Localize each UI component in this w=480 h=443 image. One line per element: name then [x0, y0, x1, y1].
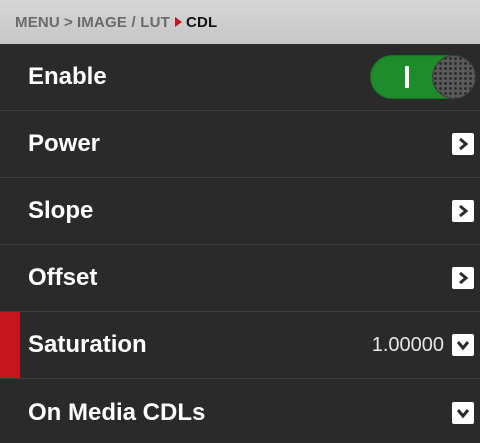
- menu-item-on-media-cdls[interactable]: On Media CDLs: [0, 379, 480, 443]
- chevron-right-icon[interactable]: [452, 200, 474, 222]
- breadcrumb-image-lut[interactable]: IMAGE / LUT: [77, 14, 170, 31]
- menu-item-power[interactable]: Power: [0, 111, 480, 178]
- saturation-value: 1.00000: [371, 333, 444, 356]
- cdl-menu-screen: MENU > IMAGE / LUT CDL Enable Power Slop…: [0, 0, 480, 443]
- menu-item-label: Power: [28, 130, 101, 157]
- toggle-knob[interactable]: [433, 56, 475, 98]
- breadcrumb-current: CDL: [185, 13, 218, 31]
- chevron-right-icon[interactable]: [452, 267, 474, 289]
- menu-item-offset[interactable]: Offset: [0, 245, 480, 312]
- menu-item-saturation[interactable]: Saturation 1.00000: [0, 312, 480, 379]
- breadcrumb: MENU > IMAGE / LUT CDL: [0, 0, 480, 44]
- breadcrumb-separator: >: [63, 13, 73, 31]
- breadcrumb-menu[interactable]: MENU: [15, 14, 60, 31]
- enable-toggle[interactable]: [370, 55, 476, 99]
- menu-item-label: Slope: [28, 197, 94, 224]
- menu-item-label: Offset: [28, 264, 98, 291]
- menu-item-enable[interactable]: Enable: [0, 44, 480, 111]
- chevron-down-icon[interactable]: [452, 334, 474, 356]
- menu-item-label: Enable: [28, 63, 107, 90]
- menu-list: Enable Power Slope Offset Saturation 1.0…: [0, 44, 480, 443]
- menu-item-slope[interactable]: Slope: [0, 178, 480, 245]
- menu-item-label: On Media CDLs: [28, 398, 206, 426]
- breadcrumb-arrow-icon: [174, 17, 182, 27]
- toggle-on-icon: [405, 66, 409, 88]
- chevron-down-icon[interactable]: [452, 401, 474, 424]
- chevron-right-icon[interactable]: [452, 133, 474, 155]
- selection-indicator: [0, 312, 20, 378]
- menu-item-label: Saturation: [28, 331, 147, 358]
